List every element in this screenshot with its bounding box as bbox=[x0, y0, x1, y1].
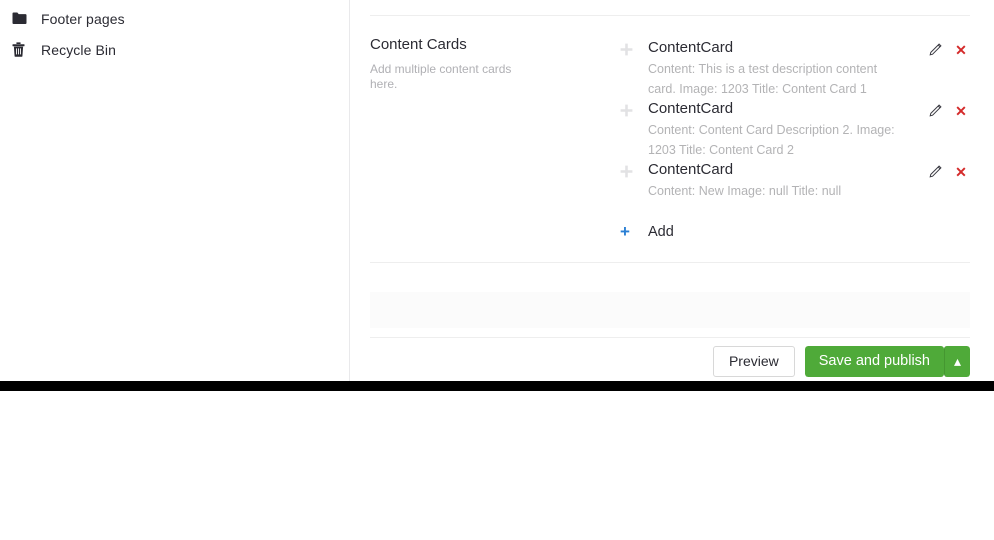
list-item[interactable]: ContentCard Content: Content Card Descri… bbox=[620, 99, 970, 160]
add-content-card-button[interactable]: + Add bbox=[620, 223, 970, 240]
list-item-actions: ✕ bbox=[926, 163, 970, 181]
delete-x-glyph: ✕ bbox=[955, 164, 967, 180]
property-description: Add multiple content cards here. bbox=[370, 62, 512, 91]
list-item-summary: Content: This is a test description cont… bbox=[648, 62, 878, 96]
pencil-icon[interactable] bbox=[926, 41, 944, 59]
blank-area-below bbox=[0, 391, 994, 540]
list-item-actions: ✕ bbox=[926, 102, 970, 120]
screen-edge-black-bar bbox=[0, 381, 994, 391]
save-and-publish-split-button: Save and publish ▴ bbox=[804, 345, 970, 377]
sidebar-item-label: Recycle Bin bbox=[41, 41, 117, 58]
list-item-title: ContentCard bbox=[648, 100, 734, 117]
property-bottom-divider bbox=[370, 262, 970, 263]
save-and-publish-button[interactable]: Save and publish bbox=[804, 345, 944, 377]
list-item-body: ContentCard Content: Content Card Descri… bbox=[644, 99, 900, 160]
sidebar-item-recycle-bin[interactable]: Recycle Bin bbox=[0, 34, 349, 65]
list-item-title: ContentCard bbox=[648, 39, 734, 56]
backoffice-app: Footer pages Recycle Bin Content Cards A… bbox=[0, 0, 994, 381]
footer-divider bbox=[370, 337, 970, 338]
list-item-summary: Content: Content Card Description 2. Ima… bbox=[648, 123, 895, 157]
editor-footer-actions: Preview Save and publish ▴ bbox=[350, 342, 970, 380]
pencil-icon[interactable] bbox=[926, 163, 944, 181]
list-item-body: ContentCard Content: New Image: null Tit… bbox=[644, 160, 900, 201]
close-x-icon[interactable]: ✕ bbox=[952, 41, 970, 59]
list-item-title: ContentCard bbox=[648, 161, 734, 178]
empty-property-strip bbox=[370, 292, 970, 328]
drag-move-icon[interactable] bbox=[620, 38, 644, 56]
pencil-icon[interactable] bbox=[926, 102, 944, 120]
sidebar-item-footer-pages[interactable]: Footer pages bbox=[0, 3, 349, 34]
property-title: Content Cards bbox=[370, 36, 467, 53]
list-item-actions: ✕ bbox=[926, 41, 970, 59]
nested-content-list: ContentCard Content: This is a test desc… bbox=[620, 36, 970, 240]
trash-icon bbox=[12, 42, 30, 57]
folder-icon bbox=[12, 12, 30, 25]
list-item-body: ContentCard Content: This is a test desc… bbox=[644, 38, 900, 99]
delete-x-glyph: ✕ bbox=[955, 42, 967, 58]
content-tree-sidebar: Footer pages Recycle Bin bbox=[0, 0, 350, 381]
add-label: Add bbox=[648, 223, 674, 240]
property-label-column: Content Cards Add multiple content cards… bbox=[370, 36, 620, 240]
list-item[interactable]: ContentCard Content: This is a test desc… bbox=[620, 38, 970, 99]
plus-icon: + bbox=[620, 222, 630, 241]
property-content-cards: Content Cards Add multiple content cards… bbox=[350, 16, 994, 240]
close-x-icon[interactable]: ✕ bbox=[952, 102, 970, 120]
preview-button[interactable]: Preview bbox=[712, 345, 795, 377]
list-item-summary: Content: New Image: null Title: null bbox=[648, 184, 842, 198]
property-editor-panel: Content Cards Add multiple content cards… bbox=[350, 0, 994, 381]
drag-move-icon[interactable] bbox=[620, 99, 644, 117]
sidebar-item-label: Footer pages bbox=[41, 10, 125, 27]
chevron-up-icon[interactable]: ▴ bbox=[944, 345, 970, 377]
drag-move-icon[interactable] bbox=[620, 160, 644, 178]
close-x-icon[interactable]: ✕ bbox=[952, 163, 970, 181]
delete-x-glyph: ✕ bbox=[955, 103, 967, 119]
list-item[interactable]: ContentCard Content: New Image: null Tit… bbox=[620, 160, 970, 216]
